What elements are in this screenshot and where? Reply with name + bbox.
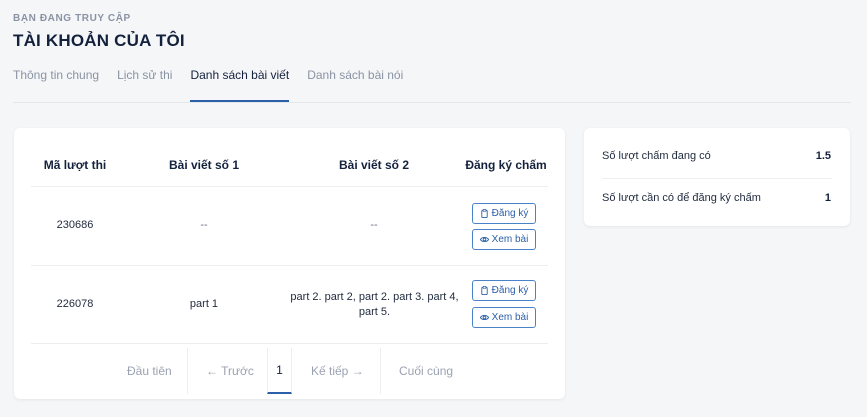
- view-essay-button-label: Xem bài: [491, 234, 529, 245]
- essay-2-cell: part 2. part 2, part 2. part 3. part 4, …: [290, 291, 459, 318]
- pagination-last[interactable]: Cuối cùng: [399, 364, 453, 378]
- pagination-page-1[interactable]: 1: [267, 348, 292, 394]
- tabs-divider: [13, 102, 851, 103]
- column-header-essay-2: Bài viết số 2: [338, 158, 410, 172]
- breadcrumb-eyebrow: BẠN ĐANG TRUY CẬP: [13, 13, 131, 24]
- pagination: Đầu tiên ← Trước 1 Kế tiếp → Cuối cùng: [110, 344, 550, 394]
- pagination-next[interactable]: Kế tiếp →: [311, 364, 364, 378]
- row-divider: [31, 265, 548, 266]
- eye-icon: [479, 315, 489, 320]
- pagination-divider: [187, 348, 188, 394]
- register-button[interactable]: Đăng ký: [472, 280, 536, 301]
- exam-id-cell: 230686: [56, 219, 94, 231]
- view-essay-button[interactable]: Xem bài: [472, 307, 536, 328]
- available-credits-label: Số lượt chấm đang có: [602, 150, 711, 162]
- required-credits-value: 1: [824, 192, 831, 204]
- register-button-label: Đăng ký: [491, 208, 529, 219]
- available-credits-value: 1.5: [815, 150, 831, 162]
- exam-id-cell: 226078: [56, 298, 94, 310]
- tab-speaking-list[interactable]: Danh sách bài nói: [307, 66, 403, 102]
- pagination-divider: [380, 348, 381, 394]
- essay-1-cell: part 1: [189, 298, 219, 310]
- tab-general-info[interactable]: Thông tin chung: [13, 66, 99, 102]
- view-essay-button-label: Xem bài: [491, 312, 529, 323]
- tab-bar: Thông tin chung Lịch sử thi Danh sách bà…: [13, 66, 421, 102]
- tab-exam-history[interactable]: Lịch sử thi: [117, 66, 172, 102]
- row-divider: [31, 186, 548, 187]
- column-header-essay-1: Bài viết số 1: [168, 158, 240, 172]
- summary-divider: [602, 178, 832, 179]
- register-button-label: Đăng ký: [491, 285, 529, 296]
- tab-writing-list[interactable]: Danh sách bài viết: [190, 66, 290, 102]
- page-title: TÀI KHOẢN CỦA TÔI: [13, 31, 185, 50]
- column-header-exam-id: Mã lượt thi: [43, 158, 107, 172]
- clipboard-icon: [481, 209, 488, 218]
- page-header: BẠN ĐANG TRUY CẬP TÀI KHOẢN CỦA TÔI Thôn…: [0, 0, 867, 118]
- register-button[interactable]: Đăng ký: [472, 203, 536, 224]
- pagination-prev[interactable]: ← Trước: [206, 364, 254, 378]
- column-header-register: Đăng ký chấm: [465, 158, 547, 172]
- view-essay-button[interactable]: Xem bài: [472, 229, 536, 250]
- essay-2-cell: --: [370, 219, 378, 231]
- summary-card: Số lượt chấm đang có 1.5 Số lượt cần có …: [584, 128, 850, 226]
- pagination-first[interactable]: Đầu tiên: [127, 364, 172, 378]
- clipboard-icon: [481, 286, 488, 295]
- essay-1-cell: --: [200, 219, 208, 231]
- writing-table-card: Mã lượt thi Bài viết số 1 Bài viết số 2 …: [14, 128, 565, 399]
- required-credits-label: Số lượt cần có để đăng ký chấm: [602, 192, 761, 204]
- eye-icon: [479, 237, 489, 242]
